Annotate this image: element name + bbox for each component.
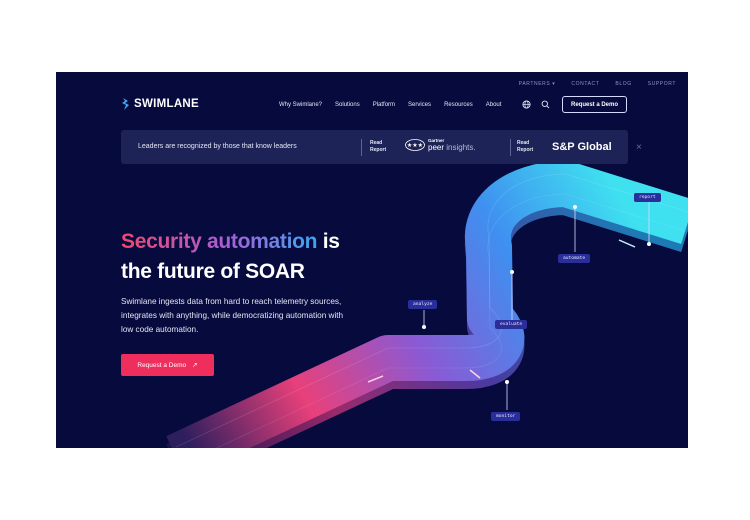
logo-text: SWIMLANE <box>134 98 200 110</box>
nav-about[interactable]: About <box>486 102 502 108</box>
hero-headline: Security automation is the future of SOA… <box>121 230 340 283</box>
utility-contact[interactable]: CONTACT <box>571 81 599 87</box>
banner-message: Leaders are recognized by those that kno… <box>138 143 297 150</box>
header-request-demo-button[interactable]: Request a Demo <box>562 96 627 113</box>
tag-analyze: analyze <box>408 300 438 309</box>
close-icon[interactable]: × <box>636 142 642 153</box>
main-nav: Why Swimlane? Solutions Platform Service… <box>279 102 501 108</box>
tag-evaluate: evaluate <box>495 320 528 329</box>
recognition-banner: Leaders are recognized by those that kno… <box>121 130 628 164</box>
svg-text:★★★: ★★★ <box>407 142 423 149</box>
utility-support[interactable]: SUPPORT <box>648 81 676 87</box>
hero-request-demo-button[interactable]: Request a Demo ↗ <box>121 354 214 376</box>
banner-divider <box>361 139 362 156</box>
tag-report: report <box>634 193 661 202</box>
gartner-read-report-link[interactable]: Read Report <box>370 140 386 153</box>
sp-read-report-link[interactable]: Read Report <box>517 140 533 153</box>
swimlane-logo-icon <box>122 98 129 110</box>
tag-monitor: monitor <box>491 412 521 421</box>
website-frame: PARTNERS ▾ CONTACT BLOG SUPPORT SWIMLANE… <box>56 72 688 448</box>
utility-nav: PARTNERS ▾ CONTACT BLOG SUPPORT <box>519 81 676 87</box>
nav-services[interactable]: Services <box>408 102 431 108</box>
globe-icon[interactable] <box>522 100 531 109</box>
hero-subtext: Swimlane ingests data from hard to reach… <box>121 297 344 334</box>
banner-divider <box>510 139 511 156</box>
arrow-up-right-icon: ↗ <box>192 362 198 369</box>
nav-solutions[interactable]: Solutions <box>335 102 360 108</box>
nav-resources[interactable]: Resources <box>444 102 473 108</box>
gartner-peer-insights-logo: ★★★ Gartner peer insights. <box>405 138 476 152</box>
utility-blog[interactable]: BLOG <box>615 81 631 87</box>
nav-platform[interactable]: Platform <box>373 102 395 108</box>
swimlane-logo[interactable]: SWIMLANE <box>121 97 199 111</box>
utility-partners[interactable]: PARTNERS ▾ <box>519 81 556 87</box>
nav-why-swimlane[interactable]: Why Swimlane? <box>279 102 322 108</box>
tag-automate: automate <box>558 254 591 263</box>
sp-global-logo: S&P Global <box>552 141 612 153</box>
search-icon[interactable] <box>541 100 550 109</box>
stars-icon: ★★★ <box>405 139 425 151</box>
